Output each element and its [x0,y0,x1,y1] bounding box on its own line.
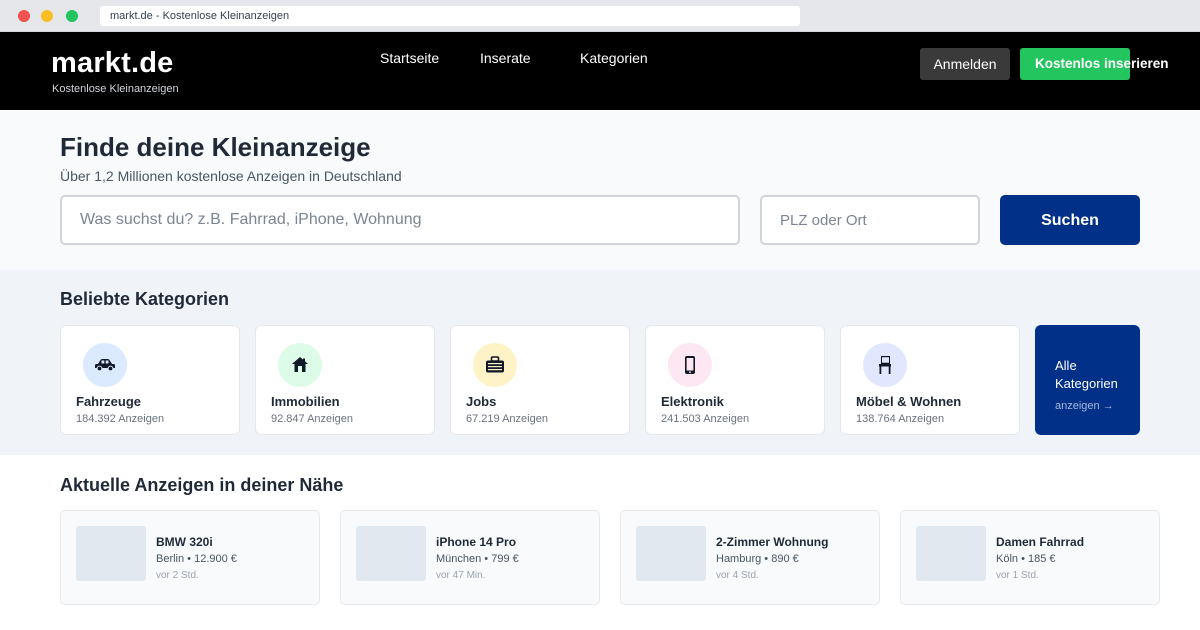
site-logo[interactable]: markt.de [51,47,174,80]
minimize-window-button[interactable] [41,10,53,22]
maximize-window-button[interactable] [66,10,78,22]
listing-thumbnail[interactable] [356,526,426,581]
listing-time: vor 47 Min. [436,570,486,581]
house-icon [278,343,322,387]
category-card-moebel-wohnen[interactable]: Möbel & Wohnen 138.764 Anzeigen [840,325,1020,435]
listing-time: vor 2 Std. [156,570,199,581]
page-title: Finde deine Kleinanzeige [60,132,371,162]
listing-card[interactable]: Damen Fahrrad Köln • 185 € vor 1 Std. [900,510,1160,605]
categories-section: Beliebte Kategorien Fahrzeuge 184.392 An… [0,270,1200,455]
close-window-button[interactable] [18,10,30,22]
address-bar[interactable]: markt.de - Kostenlose Kleinanzeigen [100,6,800,26]
hero-section: Finde deine Kleinanzeige Über 1,2 Millio… [0,110,1200,270]
category-count: 138.764 Anzeigen [856,413,945,425]
search-button[interactable]: Suchen [1000,195,1140,245]
login-button[interactable]: Anmelden [920,48,1010,80]
listing-card[interactable]: iPhone 14 Pro München • 799 € vor 47 Min… [340,510,600,605]
category-card-fahrzeuge[interactable]: Fahrzeuge 184.392 Anzeigen [60,325,240,435]
listing-card[interactable]: 2-Zimmer Wohnung Hamburg • 890 € vor 4 S… [620,510,880,605]
listing-location-price: München • 799 € [436,553,519,565]
category-count: 92.847 Anzeigen [271,413,353,425]
listing-location-price: Hamburg • 890 € [716,553,799,565]
listing-title[interactable]: 2-Zimmer Wohnung [716,535,828,549]
listing-title[interactable]: Damen Fahrrad [996,535,1084,549]
page-subtitle: Über 1,2 Millionen kostenlose Anzeigen i… [60,168,402,184]
category-card-elektronik[interactable]: Elektronik 241.503 Anzeigen [645,325,825,435]
category-count: 184.392 Anzeigen [76,413,165,425]
site-tagline: Kostenlose Kleinanzeigen [52,83,179,95]
all-categories-button[interactable]: Alle Kategorien anzeigen → [1035,325,1140,435]
listing-thumbnail[interactable] [76,526,146,581]
category-name: Immobilien [271,394,340,409]
category-name: Elektronik [661,394,724,409]
listing-thumbnail[interactable] [916,526,986,581]
nav-inserate[interactable]: Inserate [480,50,531,66]
category-name: Jobs [466,394,497,409]
listing-title[interactable]: iPhone 14 Pro [436,535,516,549]
listing-location-price: Köln • 185 € [996,553,1056,565]
category-name: Möbel & Wohnen [856,394,962,409]
listing-title[interactable]: BMW 320i [156,535,213,549]
listings-title: Aktuelle Anzeigen in deiner Nähe [60,475,344,495]
listing-thumbnail[interactable] [636,526,706,581]
category-card-immobilien[interactable]: Immobilien 92.847 Anzeigen [255,325,435,435]
listing-time: vor 4 Std. [716,570,759,581]
post-ad-button[interactable]: Kostenlos inserieren [1020,48,1169,80]
category-count: 241.503 Anzeigen [661,413,750,425]
nav-startseite[interactable]: Startseite [380,50,439,66]
categories-title: Beliebte Kategorien [60,289,230,309]
category-count: 67.219 Anzeigen [466,413,548,425]
category-card-jobs[interactable]: Jobs 67.219 Anzeigen [450,325,630,435]
car-icon [83,343,127,387]
nav-kategorien[interactable]: Kategorien [580,50,648,66]
briefcase-icon [473,343,517,387]
all-categories-link[interactable]: anzeigen → [1055,400,1114,412]
category-name: Fahrzeuge [76,394,142,409]
listing-time: vor 1 Std. [996,570,1039,581]
phone-icon [668,343,712,387]
location-input[interactable] [760,195,980,245]
all-categories-label: Alle Kategorien [1055,358,1118,391]
listings-section: Aktuelle Anzeigen in deiner Nähe BMW 320… [0,455,1200,630]
search-input[interactable] [60,195,740,245]
listing-location-price: Berlin • 12.900 € [156,553,237,565]
browser-chrome: markt.de - Kostenlose Kleinanzeigen [0,0,1200,32]
site-header: markt.de Kostenlose Kleinanzeigen Starts… [0,32,1200,110]
chair-icon [863,343,907,387]
listing-card[interactable]: BMW 320i Berlin • 12.900 € vor 2 Std. [60,510,320,605]
